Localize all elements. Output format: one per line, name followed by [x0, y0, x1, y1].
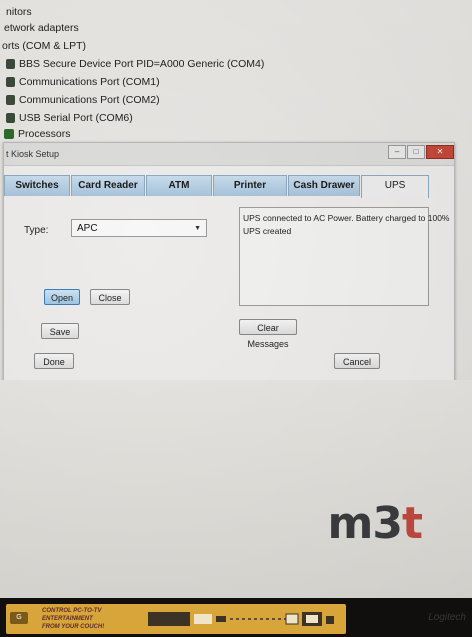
- m3t-logo: m3t: [327, 498, 423, 549]
- close-button[interactable]: Close: [90, 289, 130, 305]
- type-select[interactable]: APC ▼: [71, 219, 207, 237]
- message-log: UPS connected to AC Power. Battery charg…: [239, 207, 450, 306]
- cancel-button[interactable]: Cancel: [334, 353, 380, 369]
- monitor-screen: nitors etwork adapters orts (COM & LPT) …: [0, 0, 472, 598]
- done-button[interactable]: Done: [34, 353, 74, 369]
- window-titlebar[interactable]: t Kiosk Setup – □ ✕: [4, 143, 454, 166]
- desktop-background: m3t: [0, 380, 472, 598]
- logitech-logo: Logitech: [428, 612, 466, 623]
- tab-cash-drawer[interactable]: Cash Drawer: [288, 175, 360, 196]
- message-line: UPS created: [243, 226, 292, 236]
- tree-item-com2[interactable]: Communications Port (COM2): [6, 92, 160, 108]
- promo-line: ENTERTAINMENT: [42, 616, 93, 622]
- tree-item-network-adapters[interactable]: etwork adapters: [4, 20, 79, 36]
- type-label: Type:: [24, 225, 49, 236]
- window-controls: – □ ✕: [388, 145, 454, 159]
- tree-item-label: BBS Secure Device Port PID=A000 Generic …: [19, 58, 265, 70]
- tree-item-label: Processors: [18, 128, 71, 140]
- port-icon: [6, 59, 15, 69]
- tab-printer[interactable]: Printer: [213, 175, 287, 196]
- keyboard-remote-illustration: [148, 612, 334, 626]
- promo-badge: G: [10, 612, 28, 624]
- tab-ups[interactable]: UPS: [361, 175, 429, 198]
- processor-icon: [4, 129, 14, 139]
- tree-item-processors[interactable]: Processors: [4, 126, 71, 142]
- tree-item-label: nitors: [6, 6, 32, 18]
- minimize-icon[interactable]: –: [388, 145, 406, 159]
- tree-item-com1[interactable]: Communications Port (COM1): [6, 74, 160, 90]
- tree-item-label: orts (COM & LPT): [2, 40, 87, 52]
- device-manager-tree: nitors etwork adapters orts (COM & LPT) …: [0, 0, 430, 150]
- tree-item-label: Communications Port (COM2): [19, 94, 160, 106]
- tree-item-label: USB Serial Port (COM6): [19, 112, 133, 124]
- tree-item-label: etwork adapters: [4, 22, 79, 34]
- chevron-down-icon: ▼: [194, 225, 201, 232]
- promo-sticker: G CONTROL PC-TO-TV ENTERTAINMENT FROM YO…: [6, 604, 346, 634]
- promo-line: CONTROL PC-TO-TV: [42, 608, 102, 614]
- tab-switches[interactable]: Switches: [4, 175, 70, 196]
- window-title: t Kiosk Setup: [6, 149, 60, 159]
- type-select-value: APC: [77, 223, 98, 234]
- tab-strip: Switches Card Reader ATM Printer Cash Dr…: [4, 175, 444, 198]
- promo-line: FROM YOUR COUCH!: [42, 624, 105, 630]
- port-icon: [6, 77, 15, 87]
- save-button[interactable]: Save: [41, 323, 79, 339]
- clear-messages-button[interactable]: Clear Messages: [239, 319, 297, 349]
- open-button[interactable]: Open: [44, 289, 80, 305]
- maximize-icon[interactable]: □: [407, 145, 425, 159]
- tab-atm[interactable]: ATM: [146, 175, 212, 196]
- tree-item-monitors[interactable]: nitors: [6, 4, 32, 20]
- ups-panel: Type: APC ▼ Open Close Save UPS connecte…: [8, 197, 450, 365]
- close-icon[interactable]: ✕: [426, 145, 454, 159]
- promo-text: CONTROL PC-TO-TV ENTERTAINMENT FROM YOUR…: [42, 607, 132, 631]
- kiosk-setup-window: t Kiosk Setup – □ ✕ Switches Card Reader…: [3, 142, 455, 382]
- message-line: UPS connected to AC Power. Battery charg…: [243, 213, 450, 223]
- tab-card-reader[interactable]: Card Reader: [71, 175, 145, 196]
- tree-item-label: Communications Port (COM1): [19, 76, 160, 88]
- tree-item-bbs-port[interactable]: BBS Secure Device Port PID=A000 Generic …: [6, 56, 264, 72]
- tree-item-ports[interactable]: orts (COM & LPT): [2, 38, 86, 54]
- port-icon: [6, 113, 15, 123]
- port-icon: [6, 95, 15, 105]
- tree-item-com6[interactable]: USB Serial Port (COM6): [6, 110, 133, 126]
